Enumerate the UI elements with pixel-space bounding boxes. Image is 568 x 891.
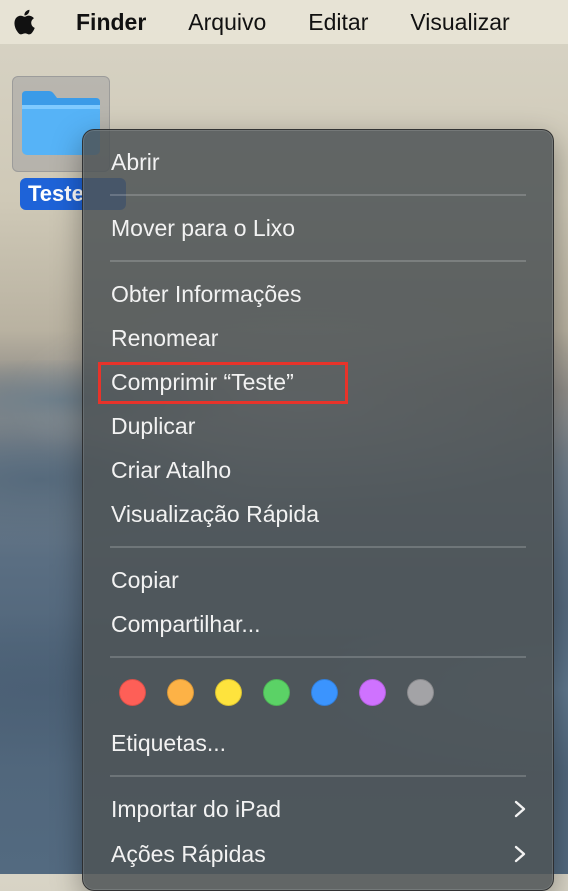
tag-orange-dot[interactable] <box>167 679 194 706</box>
menu-item-quick-actions[interactable]: Ações Rápidas <box>111 839 266 869</box>
menu-editar[interactable]: Editar <box>308 9 368 36</box>
menu-item-duplicate[interactable]: Duplicar <box>111 411 195 441</box>
chevron-right-icon <box>514 845 526 863</box>
tag-gray-dot[interactable] <box>407 679 434 706</box>
separator <box>110 656 526 658</box>
menu-item-get-info[interactable]: Obter Informações <box>111 279 301 309</box>
menu-item-import-from-ipad[interactable]: Importar do iPad <box>111 794 281 824</box>
menu-item-tags[interactable]: Etiquetas... <box>111 728 226 758</box>
menu-item-copy[interactable]: Copiar <box>111 565 179 595</box>
menu-bar: Finder Arquivo Editar Visualizar <box>0 0 568 44</box>
tag-purple-dot[interactable] <box>359 679 386 706</box>
tag-red-dot[interactable] <box>119 679 146 706</box>
tag-green-dot[interactable] <box>263 679 290 706</box>
menu-item-share[interactable]: Compartilhar... <box>111 609 261 639</box>
menu-item-make-alias[interactable]: Criar Atalho <box>111 455 231 485</box>
separator <box>110 194 526 196</box>
apple-logo-icon[interactable] <box>10 7 36 37</box>
menu-item-quick-look[interactable]: Visualização Rápida <box>111 499 319 529</box>
context-menu: Abrir Mover para o Lixo Obter Informaçõe… <box>82 129 554 891</box>
menu-item-move-to-trash[interactable]: Mover para o Lixo <box>111 213 295 243</box>
menu-item-rename[interactable]: Renomear <box>111 323 218 353</box>
tag-blue-dot[interactable] <box>311 679 338 706</box>
menu-arquivo[interactable]: Arquivo <box>188 9 266 36</box>
menu-finder[interactable]: Finder <box>76 9 146 36</box>
tag-yellow-dot[interactable] <box>215 679 242 706</box>
separator <box>110 775 526 777</box>
menu-visualizar[interactable]: Visualizar <box>410 9 509 36</box>
separator <box>110 546 526 548</box>
menu-item-open[interactable]: Abrir <box>111 147 160 177</box>
menu-item-compress[interactable]: Comprimir “Teste” <box>111 367 294 397</box>
chevron-right-icon <box>514 800 526 818</box>
separator <box>110 260 526 262</box>
